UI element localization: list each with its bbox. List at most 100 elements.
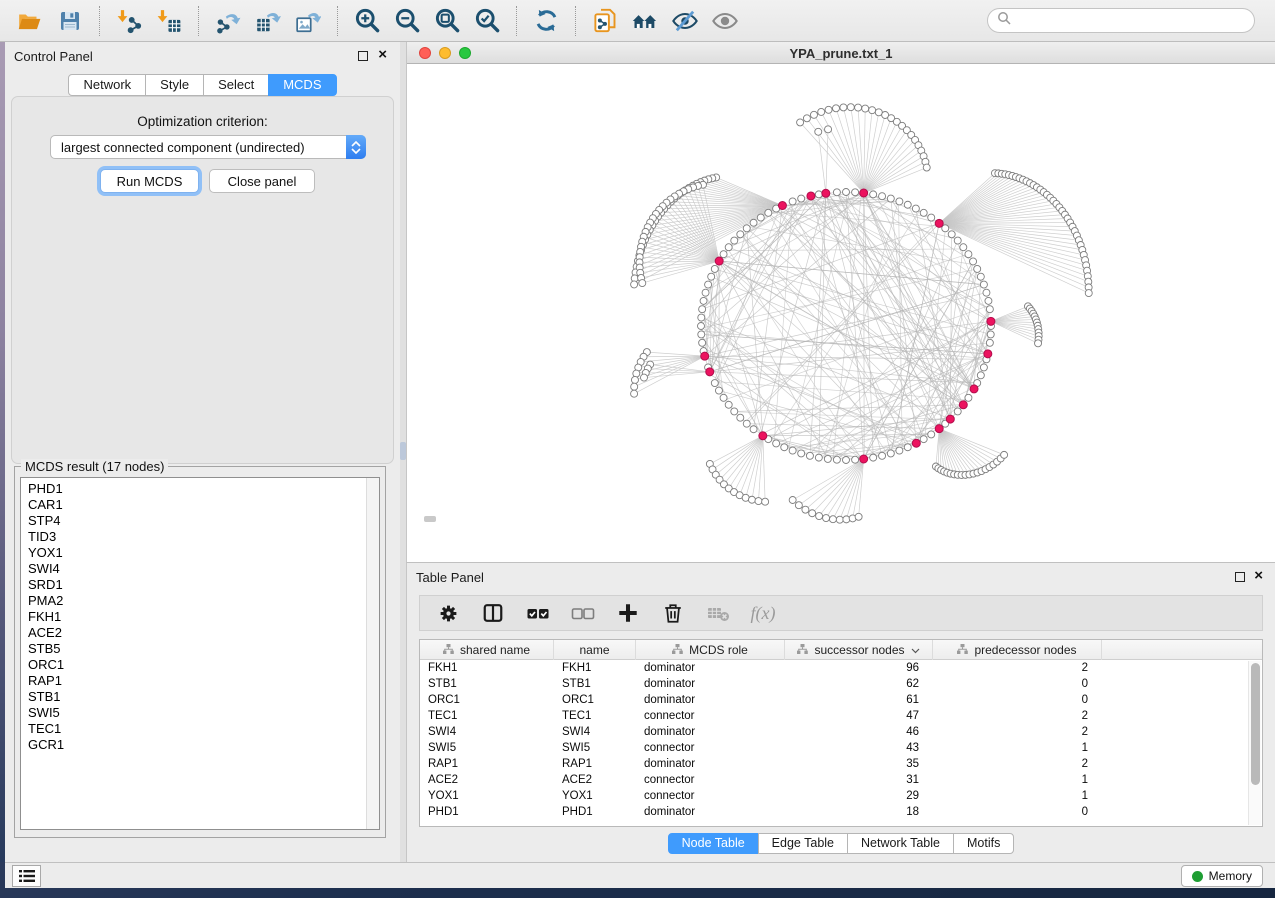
- table-cell: 62: [785, 676, 933, 692]
- select-stepper-icon: [346, 135, 366, 159]
- close-panel-icon[interactable]: ×: [378, 46, 387, 64]
- column-header-successor-nodes[interactable]: successor nodes: [785, 640, 933, 660]
- task-history-button[interactable]: [12, 865, 41, 887]
- table-cell: 1: [933, 788, 1102, 804]
- table-row[interactable]: ORC1ORC1dominator610: [420, 692, 1262, 708]
- open-file-icon[interactable]: [13, 5, 47, 37]
- refresh-view-icon[interactable]: [529, 5, 563, 37]
- table-row[interactable]: STB1STB1dominator620: [420, 676, 1262, 692]
- zoom-in-icon[interactable]: [350, 5, 384, 37]
- fit-content-icon[interactable]: [430, 5, 464, 37]
- tab-select[interactable]: Select: [203, 74, 269, 96]
- toolbar-separator: [337, 6, 338, 36]
- table-options-gear-icon[interactable]: [436, 601, 460, 625]
- float-panel-icon[interactable]: [1235, 572, 1245, 582]
- mcds-result-item[interactable]: SWI4: [21, 561, 365, 577]
- table-row[interactable]: ACE2ACE2connector311: [420, 772, 1262, 788]
- mcds-result-item[interactable]: STP4: [21, 513, 365, 529]
- first-neighbors-icon[interactable]: [628, 5, 662, 37]
- hide-selected-eye-slash-icon[interactable]: [668, 5, 702, 37]
- table-scrollbar-thumb[interactable]: [1251, 663, 1260, 785]
- table-cell: SWI5: [554, 740, 636, 756]
- table-cell: dominator: [636, 676, 785, 692]
- close-panel-icon[interactable]: ×: [1254, 567, 1263, 585]
- show-all-eye-icon[interactable]: [708, 5, 742, 37]
- column-header-predecessor-nodes[interactable]: predecessor nodes: [933, 640, 1102, 660]
- mcds-result-item[interactable]: CAR1: [21, 497, 365, 513]
- desktop-background: Control Panel × NetworkStyleSelectMCDS O…: [0, 0, 1275, 898]
- mcds-result-item[interactable]: SRD1: [21, 577, 365, 593]
- column-header-shared-name[interactable]: shared name: [420, 640, 554, 660]
- export-image-icon[interactable]: [291, 5, 325, 37]
- table-cell: 1: [933, 772, 1102, 788]
- tab-mcds[interactable]: MCDS: [268, 74, 336, 96]
- memory-button[interactable]: Memory: [1181, 865, 1263, 887]
- fit-selected-icon[interactable]: [470, 5, 504, 37]
- tab-node-table[interactable]: Node Table: [668, 833, 759, 854]
- table-row[interactable]: PHD1PHD1dominator180: [420, 804, 1262, 820]
- mcds-result-item[interactable]: YOX1: [21, 545, 365, 561]
- mcds-result-item[interactable]: PMA2: [21, 593, 365, 609]
- toolbar-separator: [516, 6, 517, 36]
- table-row[interactable]: SWI5SWI5connector431: [420, 740, 1262, 756]
- mcds-result-item[interactable]: GCR1: [21, 737, 365, 753]
- table-scrollbar[interactable]: [1248, 661, 1261, 825]
- mcds-result-item[interactable]: RAP1: [21, 673, 365, 689]
- import-table-icon[interactable]: [152, 5, 186, 37]
- mcds-result-item[interactable]: SWI5: [21, 705, 365, 721]
- add-column-icon[interactable]: [616, 601, 640, 625]
- export-network-icon[interactable]: [211, 5, 245, 37]
- duplicate-network-icon[interactable]: [588, 5, 622, 37]
- column-label: predecessor nodes: [974, 643, 1076, 657]
- tab-style[interactable]: Style: [145, 74, 204, 96]
- table-row[interactable]: YOX1YOX1connector291: [420, 788, 1262, 804]
- import-network-icon[interactable]: [112, 5, 146, 37]
- tab-network[interactable]: Network: [68, 74, 146, 96]
- mcds-result-scrollbar[interactable]: [366, 478, 379, 829]
- delete-column-trash-icon[interactable]: [661, 601, 685, 625]
- mcds-result-item[interactable]: STB5: [21, 641, 365, 657]
- mcds-result-item[interactable]: STB1: [21, 689, 365, 705]
- table-row[interactable]: FKH1FKH1dominator962: [420, 660, 1262, 676]
- apply-function-icon: f(x): [751, 601, 775, 625]
- table-row[interactable]: SWI4SWI4dominator462: [420, 724, 1262, 740]
- tab-edge-table[interactable]: Edge Table: [758, 833, 848, 854]
- column-header-name[interactable]: name: [554, 640, 636, 660]
- table-cell: RAP1: [420, 756, 554, 772]
- table-cell: PHD1: [554, 804, 636, 820]
- network-window-titlebar[interactable]: YPA_prune.txt_1: [407, 42, 1275, 64]
- export-table-icon[interactable]: [251, 5, 285, 37]
- optimization-criterion-select[interactable]: largest connected component (undirected): [50, 135, 366, 159]
- table-row[interactable]: TEC1TEC1connector472: [420, 708, 1262, 724]
- table-cell: ORC1: [554, 692, 636, 708]
- mcds-result-item[interactable]: TID3: [21, 529, 365, 545]
- delete-table-icon: [706, 601, 730, 625]
- column-header-MCDS-role[interactable]: MCDS role: [636, 640, 785, 660]
- table-row[interactable]: RAP1RAP1dominator352: [420, 756, 1262, 772]
- mcds-result-item[interactable]: FKH1: [21, 609, 365, 625]
- show-columns-icon[interactable]: [481, 601, 505, 625]
- mcds-result-item[interactable]: PHD1: [21, 481, 365, 497]
- mcds-result-item[interactable]: ORC1: [21, 657, 365, 673]
- run-mcds-button[interactable]: Run MCDS: [100, 169, 199, 193]
- table-cell: dominator: [636, 692, 785, 708]
- tab-network-table[interactable]: Network Table: [847, 833, 954, 854]
- horizontal-splitter-grip[interactable]: [424, 516, 436, 522]
- mcds-result-item[interactable]: ACE2: [21, 625, 365, 641]
- zoom-out-icon[interactable]: [390, 5, 424, 37]
- table-cell: 0: [933, 692, 1102, 708]
- table-panel-title: Table Panel: [416, 570, 484, 585]
- column-label: name: [579, 643, 609, 657]
- search-input[interactable]: [1016, 11, 1254, 31]
- mcds-result-title: MCDS result (17 nodes): [21, 459, 168, 474]
- table-cell: ORC1: [420, 692, 554, 708]
- save-session-icon[interactable]: [53, 5, 87, 37]
- network-canvas-svg[interactable]: [407, 64, 1275, 562]
- deselect-all-checkboxes-icon[interactable]: [571, 601, 595, 625]
- mcds-result-item[interactable]: TEC1: [21, 721, 365, 737]
- close-panel-button[interactable]: Close panel: [209, 169, 315, 193]
- select-all-checkboxes-icon[interactable]: [526, 601, 550, 625]
- tab-motifs[interactable]: Motifs: [953, 833, 1014, 854]
- control-panel-header: Control Panel ×: [5, 42, 400, 68]
- float-panel-icon[interactable]: [358, 51, 368, 61]
